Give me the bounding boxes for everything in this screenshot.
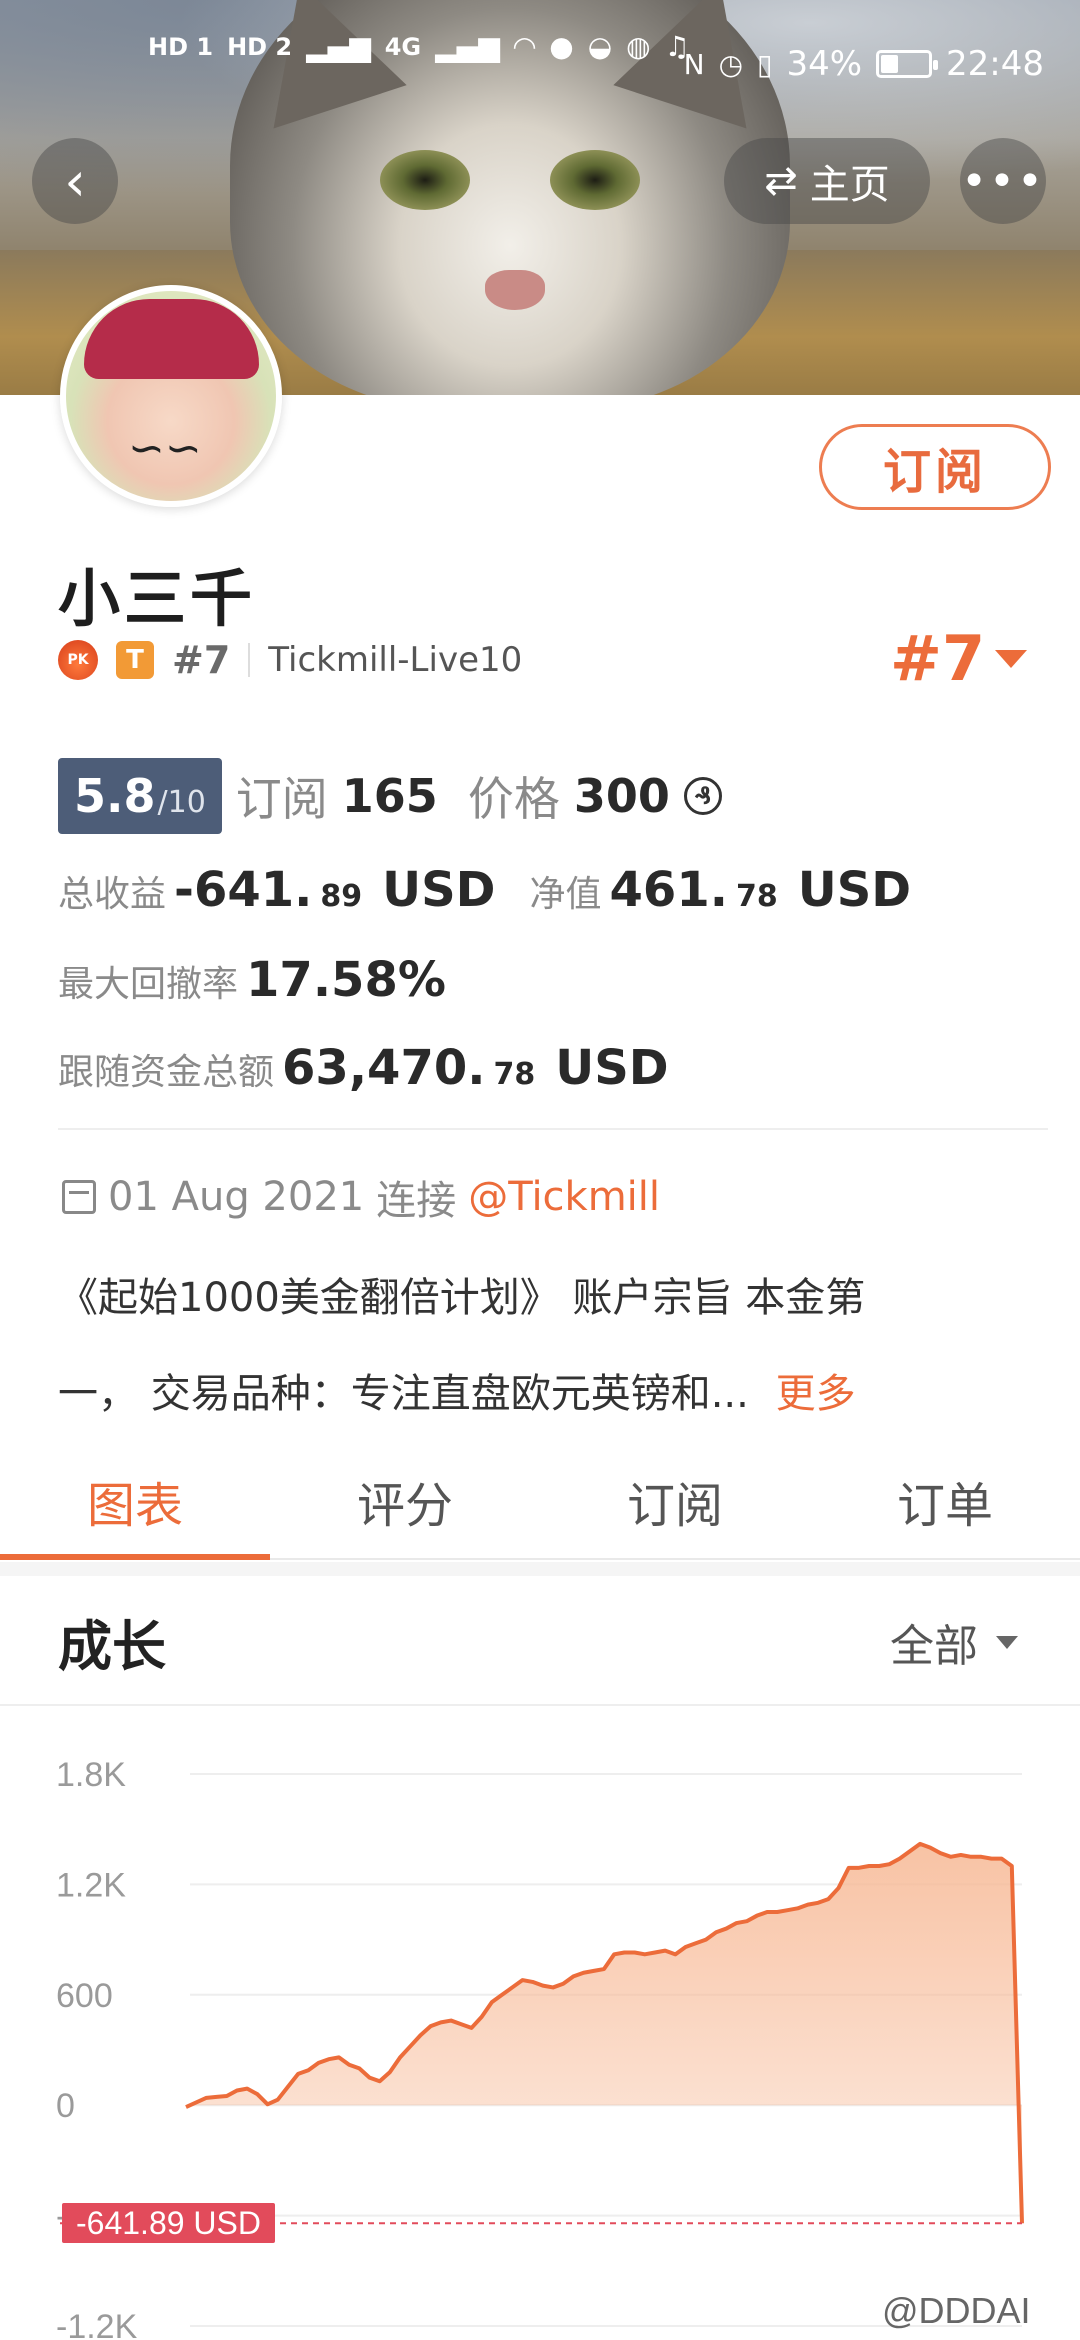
growth-filter[interactable]: 全部 xyxy=(890,1610,1018,1674)
connect-label: 连接 xyxy=(376,1178,457,1224)
price-label: 价格 xyxy=(467,772,560,826)
swap-icon: ⇄ xyxy=(764,158,798,204)
follow-funds-dec: 78 xyxy=(493,1057,536,1092)
max-drawdown-value: 17.58% xyxy=(246,952,446,1008)
growth-chart-svg: 1.8K1.2K6000-600-1.2K xyxy=(56,1756,1024,2340)
total-profit-unit: USD xyxy=(382,862,496,918)
description-line-2-wrap: 一， 交易品种：专注直盘欧元英镑和... 更多 xyxy=(58,1346,1018,1442)
pk-fire-icon: PK xyxy=(58,640,98,680)
equity-label: 净值 xyxy=(529,874,602,915)
follow-funds-label: 跟随资金总额 xyxy=(58,1052,275,1093)
badge-separator xyxy=(248,643,251,677)
last-value-badge: -641.89 USD xyxy=(62,2203,275,2244)
description-line-1: 《起始1000美金翻倍计划》 账户宗旨 本金第 xyxy=(58,1275,866,1321)
status-bar-right: Ν ◷ ▯ 34% 22:48 xyxy=(684,44,1044,84)
stats-divider xyxy=(58,1128,1048,1130)
y-tick-label: -1.2K xyxy=(56,2308,138,2340)
follow-funds-row: 跟随资金总额 63,470. 78 USD xyxy=(58,1040,669,1096)
price-value: 300 xyxy=(573,769,670,823)
tab-chart[interactable]: 图表 xyxy=(0,1460,270,1560)
t-badge-icon: T xyxy=(116,641,154,679)
tab-rating[interactable]: 评分 xyxy=(270,1460,540,1558)
app-icon: ◍ xyxy=(626,30,651,63)
profit-row: 总收益 -641. 89 USD 净值 461. 78 USD xyxy=(58,862,911,918)
coin-icon: ₰ xyxy=(683,777,722,815)
status-bar-left: HD 1 HD 2 ▂▄▆ 4G ▂▄▆ ◠ ● ◒ ◍ ♫ xyxy=(148,30,690,63)
calendar-icon xyxy=(62,1180,96,1214)
signal-icon: ▂▄▆ xyxy=(306,30,371,63)
signal-icon-2: ▂▄▆ xyxy=(435,30,500,63)
cat-eye-right xyxy=(550,150,640,210)
avatar-hat xyxy=(84,299,259,379)
total-profit-main: -641. xyxy=(174,862,313,918)
home-label: 主页 xyxy=(809,162,890,208)
hd1-label: HD 1 xyxy=(148,32,214,61)
max-drawdown-label: 最大回撤率 xyxy=(58,964,239,1005)
back-icon: ‹ xyxy=(64,149,86,213)
growth-filter-label: 全部 xyxy=(890,1621,978,1672)
connect-link[interactable]: @Tickmill xyxy=(468,1174,660,1220)
since-row: 01 Aug 2021 连接 @Tickmill xyxy=(62,1168,660,1226)
rank-big: #7 xyxy=(890,622,986,695)
caret-down-icon xyxy=(996,1635,1018,1649)
growth-area xyxy=(186,1843,1022,2224)
back-button[interactable]: ‹ xyxy=(32,138,118,224)
description-line-2: 一， 交易品种：专注直盘欧元英镑和... xyxy=(58,1371,749,1417)
battery-icon xyxy=(876,50,939,78)
clock: 22:48 xyxy=(946,44,1044,84)
more-icon: ••• xyxy=(961,155,1045,207)
y-tick-label: 1.8K xyxy=(56,1756,126,1794)
y-tick-label: 600 xyxy=(56,1977,113,2015)
home-button[interactable]: ⇄ 主页 xyxy=(724,138,930,224)
y-tick-label: 1.2K xyxy=(56,1866,126,1904)
wechat-icon: ● xyxy=(549,30,574,63)
follow-funds-unit: USD xyxy=(555,1040,669,1096)
total-profit-label: 总收益 xyxy=(58,874,167,915)
avatar[interactable]: ∽∽ xyxy=(60,285,282,507)
score-max: /10 xyxy=(157,785,206,820)
trader-badges: PK T #7 Tickmill-Live10 xyxy=(58,638,522,682)
subscribe-button[interactable]: 订阅 xyxy=(819,424,1051,510)
follow-funds-main: 63,470. xyxy=(282,1040,486,1096)
score-badge: 5.8 /10 xyxy=(58,758,222,834)
trader-name: 小三千 xyxy=(58,562,257,635)
broker-account: Tickmill-Live10 xyxy=(268,640,523,680)
tab-bar: 图表 评分 订阅 订单 xyxy=(0,1460,1080,1560)
hd2-label: HD 2 xyxy=(227,32,293,61)
section-gap xyxy=(0,1562,1080,1576)
alarm-icon: ◷ xyxy=(718,47,744,81)
equity-dec: 78 xyxy=(735,879,778,914)
watermark: @DDDAI xyxy=(882,2290,1031,2331)
rank-small: #7 xyxy=(172,638,231,682)
nfc-icon: Ν xyxy=(683,47,705,81)
growth-chart: 1.8K1.2K6000-600-1.2K xyxy=(0,1706,1080,2340)
wifi-icon: ◠ xyxy=(513,30,536,63)
score-row: 5.8 /10 订阅 165 价格 300 ₰ xyxy=(58,758,722,834)
score-value: 5.8 xyxy=(74,769,156,823)
equity-unit: USD xyxy=(797,862,912,918)
more-button[interactable]: ••• xyxy=(960,138,1046,224)
tab-subscribe[interactable]: 订阅 xyxy=(540,1460,810,1558)
y-tick-label: 0 xyxy=(56,2087,75,2125)
drawdown-row: 最大回撤率 17.58% xyxy=(58,952,446,1008)
cat-eye-left xyxy=(380,150,470,210)
network-label: 4G xyxy=(384,32,422,61)
more-link[interactable]: 更多 xyxy=(776,1371,856,1417)
subscribe-count: 165 xyxy=(341,769,438,823)
cat-nose xyxy=(485,270,545,310)
vibrate-icon: ▯ xyxy=(757,47,773,81)
description: 《起始1000美金翻倍计划》 账户宗旨 本金第 一， 交易品种：专注直盘欧元英镑… xyxy=(58,1250,1018,1442)
growth-title: 成长 xyxy=(58,1615,166,1678)
since-date: 01 Aug 2021 xyxy=(108,1174,365,1220)
qq-icon: ◒ xyxy=(587,30,613,63)
caret-down-icon xyxy=(995,649,1028,668)
rank-selector[interactable]: #7 xyxy=(890,622,1028,695)
subscribe-count-label: 订阅 xyxy=(235,772,328,826)
avatar-mustache: ∽∽ xyxy=(128,423,202,474)
tab-orders[interactable]: 订单 xyxy=(810,1460,1080,1558)
total-profit-dec: 89 xyxy=(320,879,363,914)
equity-main: 461. xyxy=(609,862,728,918)
battery-percent: 34% xyxy=(786,44,863,84)
status-bar: HD 1 HD 2 ▂▄▆ 4G ▂▄▆ ◠ ● ◒ ◍ ♫ Ν ◷ ▯ 34%… xyxy=(0,0,1080,132)
